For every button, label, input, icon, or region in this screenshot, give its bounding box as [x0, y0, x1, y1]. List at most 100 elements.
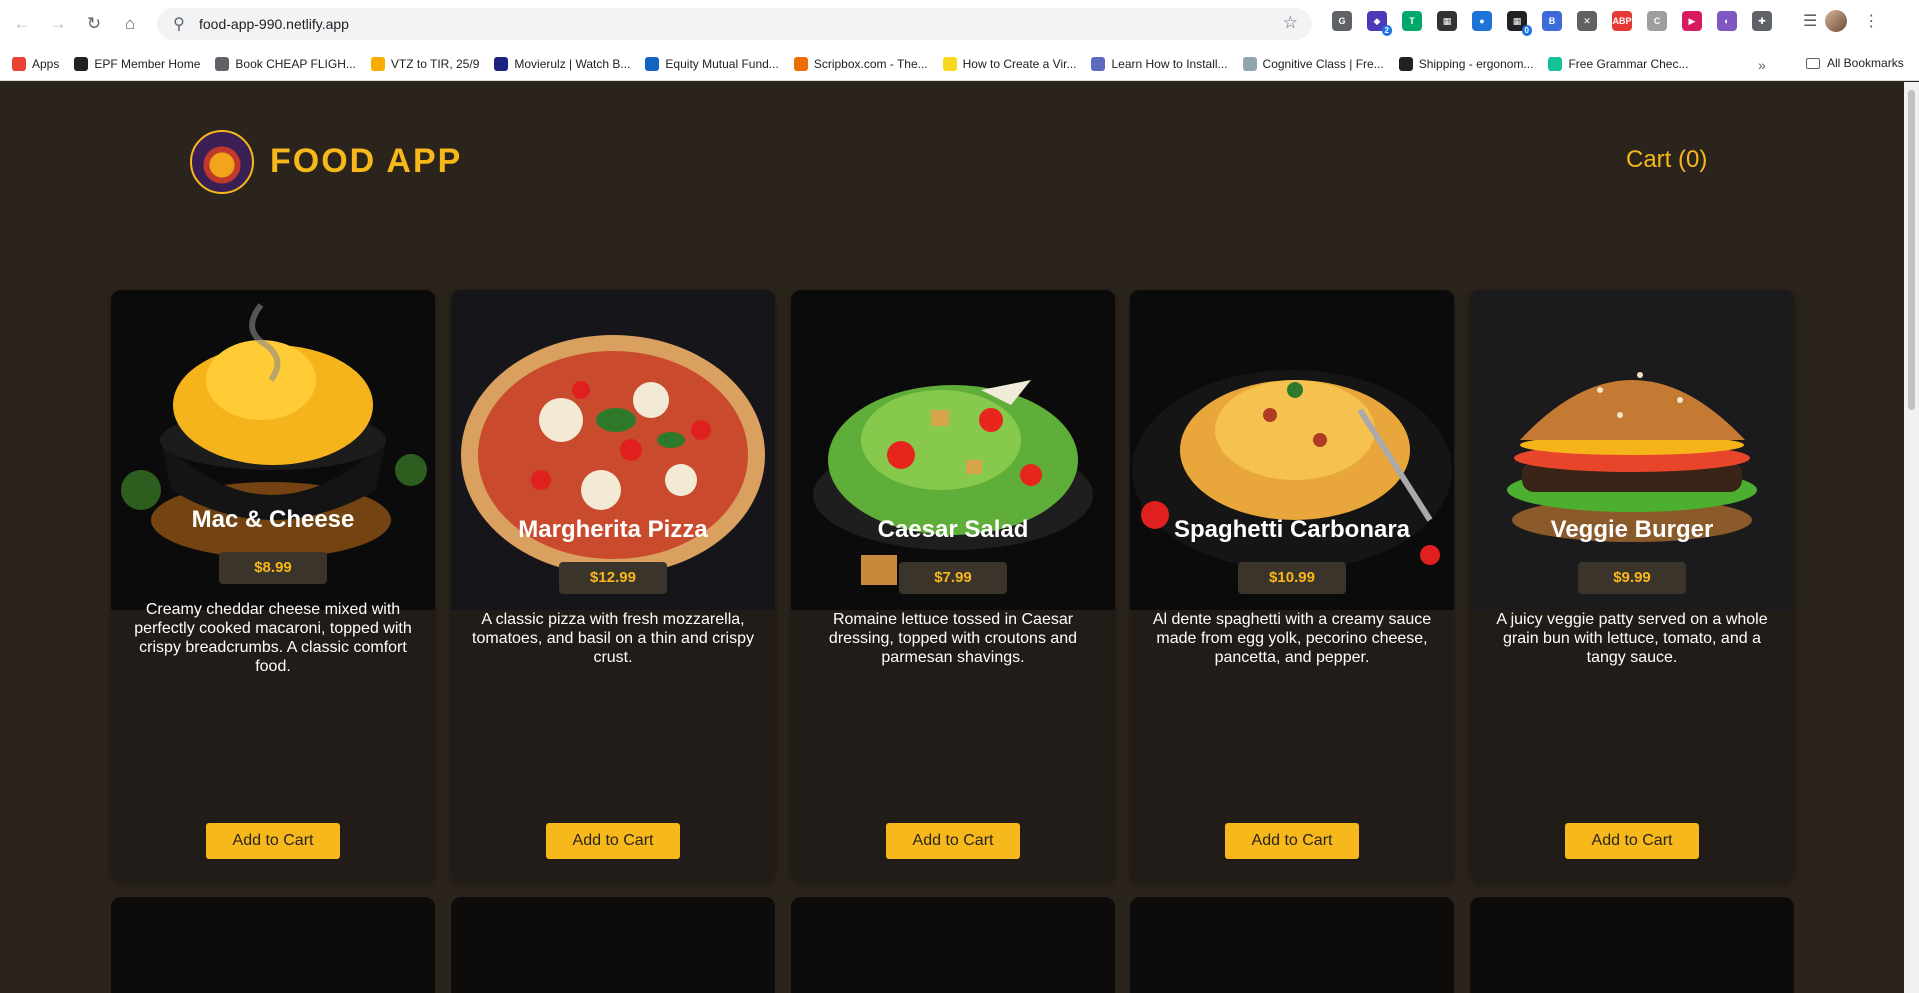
- puzzle-icon[interactable]: ✚: [1752, 11, 1772, 31]
- menu-item-title: Caesar Salad: [877, 516, 1029, 543]
- menu-card: Mac & Cheese $8.99 Creamy cheddar cheese m…: [111, 290, 435, 882]
- url-text[interactable]: food-app-990.netlify.app: [199, 16, 349, 32]
- bookmark-favicon-icon: [12, 57, 26, 71]
- profile-avatar[interactable]: [1825, 10, 1848, 32]
- grammarly-icon[interactable]: G: [1332, 11, 1352, 31]
- bookmark-star-icon[interactable]: ☆: [1283, 13, 1298, 33]
- menu-card: Margherita Pizza $12.99 A classic pizza wi…: [451, 290, 775, 882]
- browser-menu-icon[interactable]: ⋮: [1863, 11, 1879, 31]
- x-extension-icon[interactable]: ✕: [1577, 11, 1597, 31]
- menu-item-title: Spaghetti Carbonara: [1173, 516, 1411, 543]
- bookmark-item[interactable]: Apps: [12, 57, 59, 71]
- bookmark-label: Equity Mutual Fund...: [665, 57, 779, 71]
- bookmark-label: VTZ to TIR, 25/9: [390, 57, 480, 71]
- grid-extension-icon[interactable]: ▦ 0: [1507, 11, 1532, 36]
- browser-toolbar: ← → ↻ ⌂ ⚲ food-app-990.netlify.app ☆ G ◆ 2…: [0, 0, 1919, 48]
- bookmark-label: Apps: [32, 57, 60, 71]
- bookmark-item[interactable]: EPF Member Home: [74, 57, 200, 71]
- menu-card-next-row: [791, 897, 1115, 993]
- menu-item-title: Mac & Cheese: [191, 506, 355, 533]
- home-icon[interactable]: ⌂: [112, 6, 148, 42]
- bookmark-item[interactable]: Scripbox.com - The...: [793, 57, 928, 71]
- bookmark-favicon-icon: [215, 57, 230, 71]
- menu-card: Veggie Burger $9.99 A juicy veggie patty s…: [1470, 290, 1794, 882]
- bookmark-label: Learn How to Install...: [1111, 57, 1228, 71]
- bookmark-item[interactable]: How to Create a Vir...: [942, 57, 1077, 71]
- menu-card-next-row: [1130, 897, 1454, 993]
- menu-item-price: $12.99: [559, 562, 667, 594]
- reading-list-icon[interactable]: ☰: [1803, 11, 1817, 31]
- page-scrollbar[interactable]: [1904, 82, 1919, 993]
- page: FOOD APP Cart (0) Mac & Cheese $8.99 Cream…: [0, 82, 1904, 993]
- bookmark-favicon-icon: [370, 57, 385, 71]
- dark-extension-icon[interactable]: ▦: [1437, 11, 1457, 31]
- menu-card: Caesar Salad $7.99 Romaine lettuce tossed …: [791, 290, 1115, 882]
- add-to-cart-button[interactable]: Add to Cart: [1565, 823, 1699, 859]
- address-bar[interactable]: ⚲ food-app-990.netlify.app ☆: [157, 8, 1312, 40]
- bookmark-item[interactable]: Learn How to Install...: [1091, 57, 1228, 71]
- food-app-logo[interactable]: [190, 130, 254, 194]
- bookmark-label: Free Grammar Chec...: [1568, 57, 1689, 71]
- bookmark-favicon-icon: [793, 57, 808, 71]
- menu-item-description: A juicy veggie patty served on a whole g…: [1496, 611, 1768, 666]
- bookmark-item[interactable]: VTZ to TIR, 25/9: [370, 57, 480, 71]
- cart-link[interactable]: Cart (0): [1626, 146, 1707, 174]
- bookmark-label: How to Create a Vir...: [962, 57, 1077, 71]
- menu-item-description: Al dente spaghetti with a creamy sauce m…: [1152, 611, 1432, 666]
- add-to-cart-button[interactable]: Add to Cart: [546, 823, 680, 859]
- b-extension-icon[interactable]: B: [1542, 11, 1562, 31]
- menu-item-price: $8.99: [219, 552, 327, 584]
- menu-card-next-row: [451, 897, 775, 993]
- bookmark-item[interactable]: Free Grammar Chec...: [1548, 57, 1688, 71]
- bookmark-label: Book CHEAP FLIGH...: [235, 57, 356, 71]
- menu-item-price: $9.99: [1578, 562, 1686, 594]
- reload-icon[interactable]: ↻: [76, 6, 112, 42]
- bookmark-favicon-icon: [1091, 57, 1106, 71]
- menu-item-price: $7.99: [899, 562, 1007, 594]
- adblock-icon[interactable]: ABP: [1612, 11, 1632, 31]
- menu-card-next-row: [111, 897, 435, 993]
- bookmark-favicon-icon: [1548, 57, 1563, 71]
- more-bookmarks-icon[interactable]: »: [1758, 57, 1766, 73]
- bookmark-favicon-icon: [74, 57, 89, 71]
- c-extension-icon[interactable]: C: [1647, 11, 1667, 31]
- bookmark-label: Shipping - ergonom...: [1418, 57, 1534, 71]
- extension-badge: 0: [1521, 25, 1532, 36]
- bookmark-label: Cognitive Class | Fre...: [1262, 57, 1384, 71]
- bookmark-item[interactable]: Movierulz | Watch B...: [494, 57, 630, 71]
- menu-item-title: Veggie Burger: [1550, 516, 1714, 543]
- bookmark-favicon-icon: [1398, 57, 1413, 71]
- all-bookmarks-button[interactable]: All Bookmarks: [1806, 56, 1904, 70]
- all-bookmarks-label: All Bookmarks: [1827, 56, 1904, 70]
- site-info-icon[interactable]: ⚲: [165, 14, 193, 34]
- bookmark-favicon-icon: [942, 57, 957, 71]
- bookmark-item[interactable]: Book CHEAP FLIGH...: [215, 57, 356, 71]
- add-to-cart-button[interactable]: Add to Cart: [886, 823, 1020, 859]
- brand-title[interactable]: FOOD APP: [270, 142, 462, 181]
- menu-item-description: Romaine lettuce tossed in Caesar dressin…: [828, 611, 1078, 666]
- t-extension-icon[interactable]: T: [1402, 11, 1422, 31]
- bookmark-item[interactable]: Equity Mutual Fund...: [645, 57, 779, 71]
- add-to-cart-button[interactable]: Add to Cart: [1225, 823, 1359, 859]
- bookmark-item[interactable]: Cognitive Class | Fre...: [1242, 57, 1384, 71]
- menu-item-description: A classic pizza with fresh mozzarella, t…: [472, 611, 754, 666]
- bookmark-label: Movierulz | Watch B...: [514, 57, 631, 71]
- bookmark-favicon-icon: [494, 57, 509, 71]
- add-to-cart-button[interactable]: Add to Cart: [206, 823, 340, 859]
- extensions-bar: G ◆ 2 T ▦ ● ▦ 0 B ✕ ABP C ▶ ◐ ✚ ☰ ⋮: [1332, 10, 1879, 36]
- menu-item-title: Margherita Pizza: [518, 516, 708, 543]
- blue-circle-extension-icon[interactable]: ●: [1472, 11, 1492, 31]
- back-icon[interactable]: ←: [4, 6, 40, 42]
- play-extension-icon[interactable]: ▶: [1682, 11, 1702, 31]
- forward-icon[interactable]: →: [40, 6, 76, 42]
- folder-icon: [1806, 57, 1820, 69]
- bookmark-favicon-icon: [1242, 57, 1257, 71]
- bookmark-item[interactable]: Shipping - ergonom...: [1398, 57, 1534, 71]
- bookmark-favicon-icon: [645, 57, 660, 71]
- scroll-thumb[interactable]: [1908, 90, 1915, 410]
- color-extension-icon[interactable]: ◐: [1717, 11, 1737, 31]
- bookmark-label: EPF Member Home: [94, 57, 201, 71]
- extension-purple-icon[interactable]: ◆ 2: [1367, 11, 1392, 36]
- menu-item-price: $10.99: [1238, 562, 1346, 594]
- menu-card-next-row: [1470, 897, 1794, 993]
